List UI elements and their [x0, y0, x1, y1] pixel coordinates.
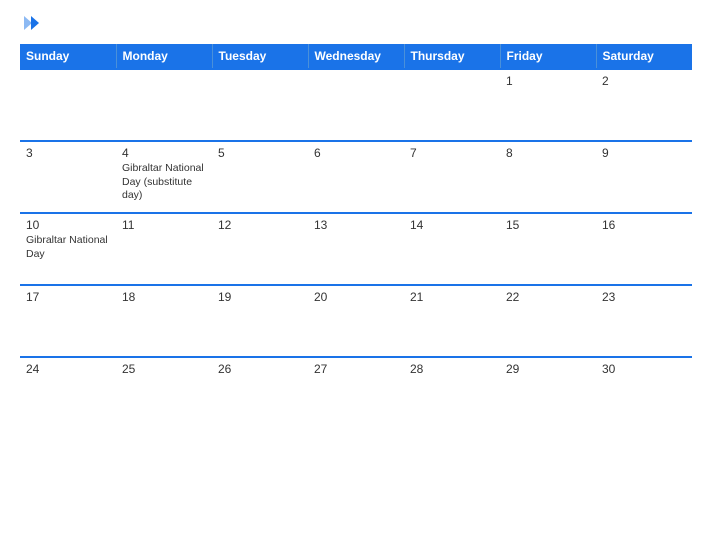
calendar-day-cell: 24 [20, 357, 116, 429]
day-number: 26 [218, 362, 302, 376]
calendar-day-cell: 18 [116, 285, 212, 357]
page: SundayMondayTuesdayWednesdayThursdayFrid… [0, 0, 712, 550]
calendar-week-row: 34 Gibraltar National Day (substitute day… [20, 141, 692, 213]
calendar-day-cell: 15 [500, 213, 596, 285]
calendar-day-cell: 3 [20, 141, 116, 213]
calendar-day-cell: 23 [596, 285, 692, 357]
day-header-saturday: Saturday [596, 44, 692, 69]
day-header-monday: Monday [116, 44, 212, 69]
day-number: 14 [410, 218, 494, 232]
day-number: 10 [26, 218, 110, 232]
calendar-day-cell: 8 [500, 141, 596, 213]
calendar-day-cell: 7 [404, 141, 500, 213]
day-number: 7 [410, 146, 494, 160]
calendar-event: Gibraltar National Day (substitute day) [122, 162, 206, 203]
day-header-sunday: Sunday [20, 44, 116, 69]
day-number: 8 [506, 146, 590, 160]
calendar-event: Gibraltar National Day [26, 234, 110, 261]
calendar-day-cell: 16 [596, 213, 692, 285]
calendar-table: SundayMondayTuesdayWednesdayThursdayFrid… [20, 44, 692, 429]
day-number: 1 [506, 74, 590, 88]
day-number: 13 [314, 218, 398, 232]
day-number: 30 [602, 362, 686, 376]
calendar-week-row: 12 [20, 69, 692, 141]
day-number: 17 [26, 290, 110, 304]
calendar-day-cell: 10 Gibraltar National Day [20, 213, 116, 285]
day-number: 19 [218, 290, 302, 304]
day-number: 2 [602, 74, 686, 88]
day-number: 18 [122, 290, 206, 304]
day-number: 11 [122, 218, 206, 232]
day-number: 23 [602, 290, 686, 304]
calendar-day-cell: 13 [308, 213, 404, 285]
calendar-day-cell: 20 [308, 285, 404, 357]
day-number: 28 [410, 362, 494, 376]
calendar-day-cell [404, 69, 500, 141]
calendar-day-cell: 26 [212, 357, 308, 429]
calendar-day-cell: 12 [212, 213, 308, 285]
calendar-week-row: 24 25 26 27 28 29 30 [20, 357, 692, 429]
day-number: 16 [602, 218, 686, 232]
calendar-day-cell: 6 [308, 141, 404, 213]
day-number: 5 [218, 146, 302, 160]
calendar-day-cell: 17 [20, 285, 116, 357]
calendar-header-row: SundayMondayTuesdayWednesdayThursdayFrid… [20, 44, 692, 69]
logo [20, 16, 40, 34]
calendar-day-cell: 9 [596, 141, 692, 213]
calendar-day-cell: 30 [596, 357, 692, 429]
calendar-day-cell: 28 [404, 357, 500, 429]
day-number: 12 [218, 218, 302, 232]
day-number: 25 [122, 362, 206, 376]
day-number: 3 [26, 146, 110, 160]
calendar-day-cell [212, 69, 308, 141]
day-header-thursday: Thursday [404, 44, 500, 69]
calendar-week-row: 10 Gibraltar National Day 11 12 13 14 15 16 [20, 213, 692, 285]
day-header-friday: Friday [500, 44, 596, 69]
day-number: 27 [314, 362, 398, 376]
calendar-week-row: 17 18 19 20 21 22 23 [20, 285, 692, 357]
calendar-day-cell: 21 [404, 285, 500, 357]
day-header-wednesday: Wednesday [308, 44, 404, 69]
day-number: 21 [410, 290, 494, 304]
calendar-day-cell: 19 [212, 285, 308, 357]
day-number: 24 [26, 362, 110, 376]
calendar-day-cell: 2 [596, 69, 692, 141]
day-number: 9 [602, 146, 686, 160]
day-number: 6 [314, 146, 398, 160]
calendar-day-cell: 4 Gibraltar National Day (substitute day) [116, 141, 212, 213]
calendar-day-cell: 22 [500, 285, 596, 357]
calendar-day-cell: 11 [116, 213, 212, 285]
day-number: 29 [506, 362, 590, 376]
calendar-day-cell: 5 [212, 141, 308, 213]
calendar-day-cell [20, 69, 116, 141]
day-number: 4 [122, 146, 206, 160]
calendar-day-cell: 29 [500, 357, 596, 429]
calendar-day-cell: 1 [500, 69, 596, 141]
day-number: 15 [506, 218, 590, 232]
day-number: 20 [314, 290, 398, 304]
calendar-day-cell: 27 [308, 357, 404, 429]
calendar-day-cell [116, 69, 212, 141]
day-number: 22 [506, 290, 590, 304]
calendar-day-cell: 14 [404, 213, 500, 285]
day-header-tuesday: Tuesday [212, 44, 308, 69]
logo-flag-icon [22, 14, 40, 32]
calendar-day-cell: 25 [116, 357, 212, 429]
calendar-day-cell [308, 69, 404, 141]
header [20, 16, 692, 34]
